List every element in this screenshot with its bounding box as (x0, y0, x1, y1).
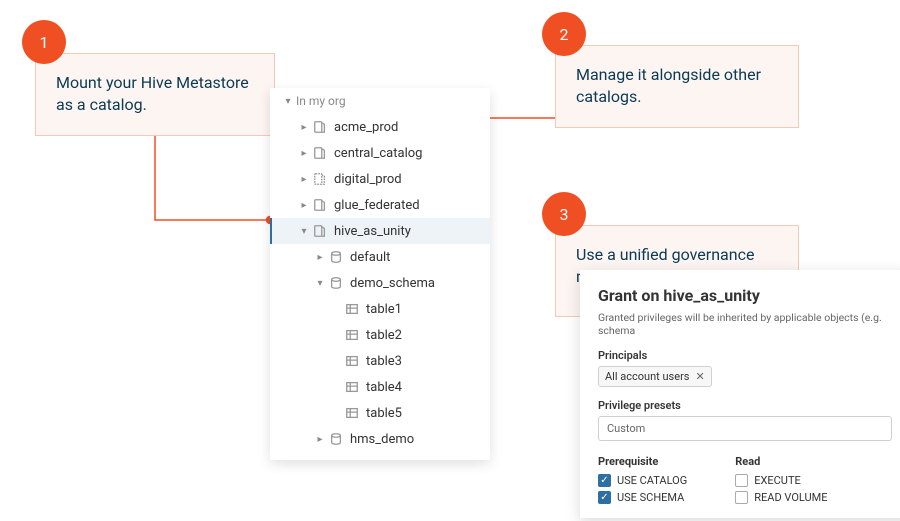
priv-label: USE SCHEMA (617, 491, 684, 504)
schema-icon (328, 431, 344, 447)
presets-label: Privilege presets (598, 399, 892, 412)
chevron-right-icon: ▸ (298, 122, 310, 133)
chevron-right-icon: ▸ (298, 148, 310, 159)
tree-item-default[interactable]: ▸ default (270, 244, 490, 270)
chevron-right-icon: ▸ (298, 200, 310, 211)
badge-3: 3 (542, 192, 586, 236)
priv-label: EXECUTE (754, 474, 801, 487)
table-icon (344, 405, 360, 421)
tree-label: hms_demo (350, 432, 414, 447)
tree-item-central-catalog[interactable]: ▸ central_catalog (270, 140, 490, 166)
chevron-down-icon: ▾ (314, 278, 326, 289)
schema-icon (328, 249, 344, 265)
tree-label: table2 (366, 328, 402, 343)
tree-label: default (350, 250, 390, 265)
catalog-icon (312, 145, 328, 161)
priv-read-volume[interactable]: READ VOLUME (735, 491, 827, 504)
priv-use-catalog[interactable]: ✓ USE CATALOG (598, 474, 687, 487)
catalog-outline-icon (312, 171, 328, 187)
tree-item-table3[interactable]: ▸ table3 (270, 348, 490, 374)
table-icon (344, 301, 360, 317)
chevron-right-icon: ▸ (314, 434, 326, 445)
priv-execute[interactable]: EXECUTE (735, 474, 827, 487)
tree-label: central_catalog (334, 146, 422, 161)
badge-1: 1 (22, 20, 66, 64)
chevron-right-icon: ▸ (314, 252, 326, 263)
col-prerequisite: Prerequisite (598, 455, 687, 468)
callout-1: Mount your Hive Metastore as a catalog. (35, 53, 275, 136)
checkbox-checked-icon[interactable]: ✓ (598, 474, 611, 487)
callout-2: Manage it alongside other catalogs. (555, 45, 799, 128)
tree-root-label: In my org (296, 94, 346, 108)
grant-subtitle: Granted privileges will be inherited by … (598, 311, 892, 337)
checkbox-icon[interactable] (735, 474, 748, 487)
tree-label: table4 (366, 380, 402, 395)
badge-2: 2 (542, 12, 586, 56)
preset-select[interactable]: Custom (598, 416, 892, 441)
tree-label: table1 (366, 302, 402, 317)
tree-item-hive-as-unity[interactable]: ▾ hive_as_unity (270, 218, 490, 244)
tree-label: table3 (366, 354, 402, 369)
tree-label: demo_schema (350, 276, 435, 291)
tree-item-table5[interactable]: ▸ table5 (270, 400, 490, 426)
col-read: Read (735, 455, 827, 468)
catalog-icon (312, 197, 328, 213)
tree-label: table5 (366, 406, 402, 421)
tree-label: glue_federated (334, 198, 420, 213)
tree-item-table4[interactable]: ▸ table4 (270, 374, 490, 400)
table-icon (344, 379, 360, 395)
tree-item-table1[interactable]: ▸ table1 (270, 296, 490, 322)
table-icon (344, 327, 360, 343)
tree-item-demo-schema[interactable]: ▾ demo_schema (270, 270, 490, 296)
principal-chip-label: All account users (605, 370, 689, 383)
catalog-icon (312, 223, 328, 239)
tree-label: hive_as_unity (334, 224, 411, 239)
catalog-tree: ▾ In my org ▸ acme_prod ▸ central_catalo… (270, 88, 490, 460)
priv-label: USE CATALOG (617, 474, 687, 487)
tree-label: acme_prod (334, 120, 398, 135)
chevron-down-icon: ▾ (282, 96, 294, 107)
schema-icon (328, 275, 344, 291)
principal-chip[interactable]: All account users ✕ (598, 366, 712, 387)
tree-item-glue-federated[interactable]: ▸ glue_federated (270, 192, 490, 218)
grant-title: Grant on hive_as_unity (598, 286, 892, 305)
tree-item-acme-prod[interactable]: ▸ acme_prod (270, 114, 490, 140)
priv-use-schema[interactable]: ✓ USE SCHEMA (598, 491, 687, 504)
tree-item-digital-prod[interactable]: ▸ digital_prod (270, 166, 490, 192)
checkbox-icon[interactable] (735, 491, 748, 504)
table-icon (344, 353, 360, 369)
checkbox-checked-icon[interactable]: ✓ (598, 491, 611, 504)
chevron-down-icon: ▾ (298, 226, 310, 237)
tree-label: digital_prod (334, 172, 402, 187)
principals-label: Principals (598, 349, 892, 362)
tree-root[interactable]: ▾ In my org (270, 88, 490, 114)
chevron-right-icon: ▸ (298, 174, 310, 185)
catalog-icon (312, 119, 328, 135)
tree-item-table2[interactable]: ▸ table2 (270, 322, 490, 348)
priv-label: READ VOLUME (754, 491, 827, 504)
close-icon[interactable]: ✕ (695, 370, 704, 383)
tree-item-hms-demo[interactable]: ▸ hms_demo (270, 426, 490, 452)
grant-dialog: Grant on hive_as_unity Granted privilege… (580, 270, 900, 518)
